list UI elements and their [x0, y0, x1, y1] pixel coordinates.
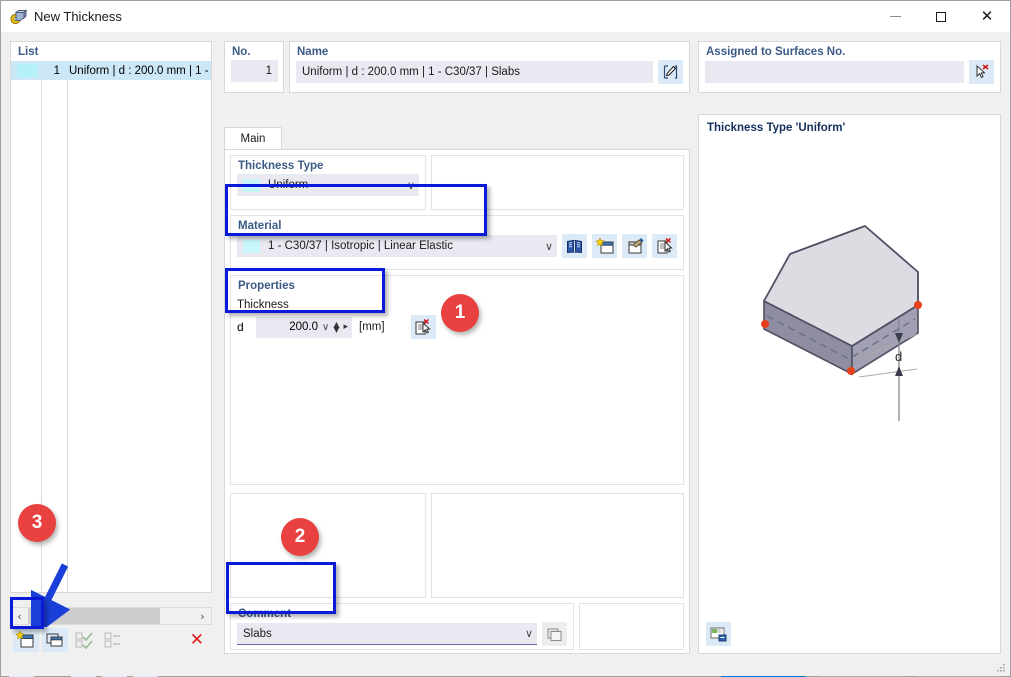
list-item[interactable]: 1 Uniform | d : 200.0 mm | 1 - C30/: [11, 61, 211, 80]
main-tab-page: Thickness Type Uniform ∨ Material: [224, 149, 690, 654]
preview-title: Thickness Type 'Uniform': [699, 115, 1000, 141]
pick-surface-icon[interactable]: [969, 60, 994, 84]
book-library-icon[interactable]: [562, 234, 587, 258]
thickness-color-swatch: [17, 64, 38, 77]
close-icon: ✕: [981, 9, 994, 24]
slab-preview-graphic: d: [699, 141, 1000, 541]
name-field-box: Name Uniform | d : 200.0 mm | 1 - C30/37…: [289, 41, 690, 93]
tab-main[interactable]: Main: [224, 127, 282, 150]
minimize-button[interactable]: [872, 1, 918, 32]
edit-material-icon[interactable]: [622, 234, 647, 258]
dialog-body: List 1 Uniform | d : 200.0 mm | 1 - C30/…: [1, 32, 1010, 676]
dimension-label-d: d: [895, 349, 902, 364]
annotation-arrow: [31, 557, 111, 627]
thickness-type-section: Thickness Type Uniform ∨: [230, 155, 426, 210]
annotation-badge-2: 2: [281, 518, 319, 556]
play-icon[interactable]: ▸: [343, 322, 348, 332]
thickness-unit: [mm]: [359, 321, 385, 333]
material-label: Material: [231, 216, 683, 234]
thickness-app-icon: [9, 8, 27, 26]
minimize-icon: [890, 16, 901, 17]
lower-filler-panel-right: [431, 493, 684, 598]
status-bar: 0,00 A: [1, 626, 1010, 676]
scroll-left-icon[interactable]: ‹: [11, 610, 28, 623]
window-title: New Thickness: [34, 9, 122, 24]
chevron-down-icon[interactable]: ∨: [545, 240, 553, 253]
number-label: No.: [225, 42, 283, 60]
maximize-button[interactable]: [918, 1, 964, 32]
annotation-badge-1: 1: [441, 294, 479, 332]
list-item-label: Uniform | d : 200.0 mm | 1 - C30/: [69, 65, 211, 77]
thickness-type-dropdown[interactable]: Uniform ∨: [237, 174, 419, 196]
thickness-value: 200.0: [260, 321, 318, 333]
thickness-type-label: Thickness Type: [231, 156, 425, 174]
edit-name-icon[interactable]: [658, 60, 683, 84]
properties-label: Properties: [231, 276, 683, 294]
spin-down-icon[interactable]: ▼: [333, 327, 339, 332]
new-material-star-icon[interactable]: [592, 234, 617, 258]
annotation-badge-3: 3: [18, 504, 56, 542]
number-input[interactable]: 1: [231, 60, 278, 82]
spin-buttons[interactable]: ▲ ▼: [333, 322, 339, 332]
material-section: Material 1 - C30/37 | Isotropic | Linear…: [230, 215, 684, 270]
resize-grip-icon[interactable]: [996, 663, 1006, 673]
window-controls: ✕: [872, 1, 1010, 32]
list-item-number: 1: [42, 65, 60, 77]
tab-strip: Main: [224, 127, 690, 150]
thickness-stepper[interactable]: 200.0 ∨ ▲ ▼ ▸ [mm]: [256, 317, 385, 338]
name-label: Name: [290, 42, 689, 60]
title-bar: New Thickness ✕: [1, 1, 1010, 32]
assigned-surfaces-input[interactable]: [705, 61, 964, 83]
preview-panel: Thickness Type 'Uniform' d: [698, 114, 1001, 654]
list-column-divider-2: [67, 63, 68, 593]
material-dropdown[interactable]: 1 - C30/37 | Isotropic | Linear Elastic …: [237, 235, 557, 257]
comment-label: Comment: [231, 604, 573, 622]
pick-material-icon[interactable]: [652, 234, 677, 258]
thickness-type-swatch: [243, 179, 260, 192]
scroll-right-icon[interactable]: ›: [194, 610, 211, 623]
close-button[interactable]: ✕: [964, 1, 1010, 32]
chevron-down-icon[interactable]: ∨: [407, 179, 415, 192]
thickness-list-rows: 1 Uniform | d : 200.0 mm | 1 - C30/: [11, 61, 211, 80]
name-input[interactable]: Uniform | d : 200.0 mm | 1 - C30/37 | Sl…: [296, 61, 653, 83]
thickness-input[interactable]: 200.0 ∨ ▲ ▼ ▸: [256, 317, 352, 338]
new-thickness-dialog: New Thickness ✕ List 1 Uniform | d: [0, 0, 1011, 677]
pick-thickness-icon[interactable]: [411, 315, 436, 339]
maximize-icon: [936, 12, 946, 22]
chevron-down-icon[interactable]: ∨: [322, 322, 329, 333]
list-panel-title: List: [11, 42, 211, 61]
thickness-symbol: d: [237, 320, 247, 334]
material-value: 1 - C30/37 | Isotropic | Linear Elastic: [268, 240, 453, 252]
thickness-type-filler-panel: [431, 155, 684, 210]
lower-filler-panel-left: [230, 493, 426, 598]
assigned-surfaces-box: Assigned to Surfaces No.: [698, 41, 1001, 93]
thickness-type-value: Uniform: [268, 179, 308, 191]
number-field-box: No. 1: [224, 41, 284, 93]
material-color-swatch: [243, 240, 260, 253]
assigned-surfaces-label: Assigned to Surfaces No.: [699, 42, 1000, 60]
scrollbar-track[interactable]: [160, 608, 194, 624]
